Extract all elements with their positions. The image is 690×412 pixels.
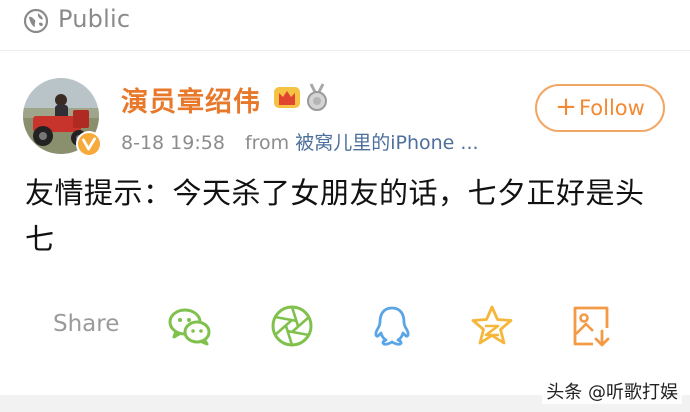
post-text: 友情提示：今天杀了女朋友的话，七夕正好是头七 — [25, 176, 645, 256]
divider — [0, 50, 690, 51]
qq-icon[interactable] — [368, 302, 416, 350]
follow-button[interactable]: + Follow — [535, 84, 665, 132]
author-name[interactable]: 演员章绍伟 — [121, 80, 261, 119]
medal-badge-icon[interactable] — [303, 82, 331, 112]
source-prefix: from — [244, 132, 290, 154]
verified-v-icon — [76, 131, 102, 157]
visibility-label: Public — [58, 5, 131, 33]
crown-badge-icon[interactable] — [273, 84, 301, 110]
plus-icon: + — [555, 91, 577, 122]
source-device[interactable]: 被窝儿里的iPhone ... — [295, 132, 478, 154]
post-meta: 8-18 19:58 from 被窝儿里的iPhone ... — [121, 128, 479, 155]
qzone-icon[interactable] — [468, 302, 516, 350]
moments-icon[interactable] — [268, 302, 316, 350]
globe-icon — [23, 8, 49, 34]
post-time: 8-18 19:58 — [121, 132, 225, 154]
share-label: Share — [53, 311, 120, 337]
follow-label: Follow — [578, 96, 645, 120]
save-image-icon[interactable] — [567, 302, 615, 350]
visibility-header: Public — [0, 0, 690, 46]
watermark: 头条 @听歌打娱 — [542, 378, 682, 404]
wechat-icon[interactable] — [166, 302, 214, 350]
